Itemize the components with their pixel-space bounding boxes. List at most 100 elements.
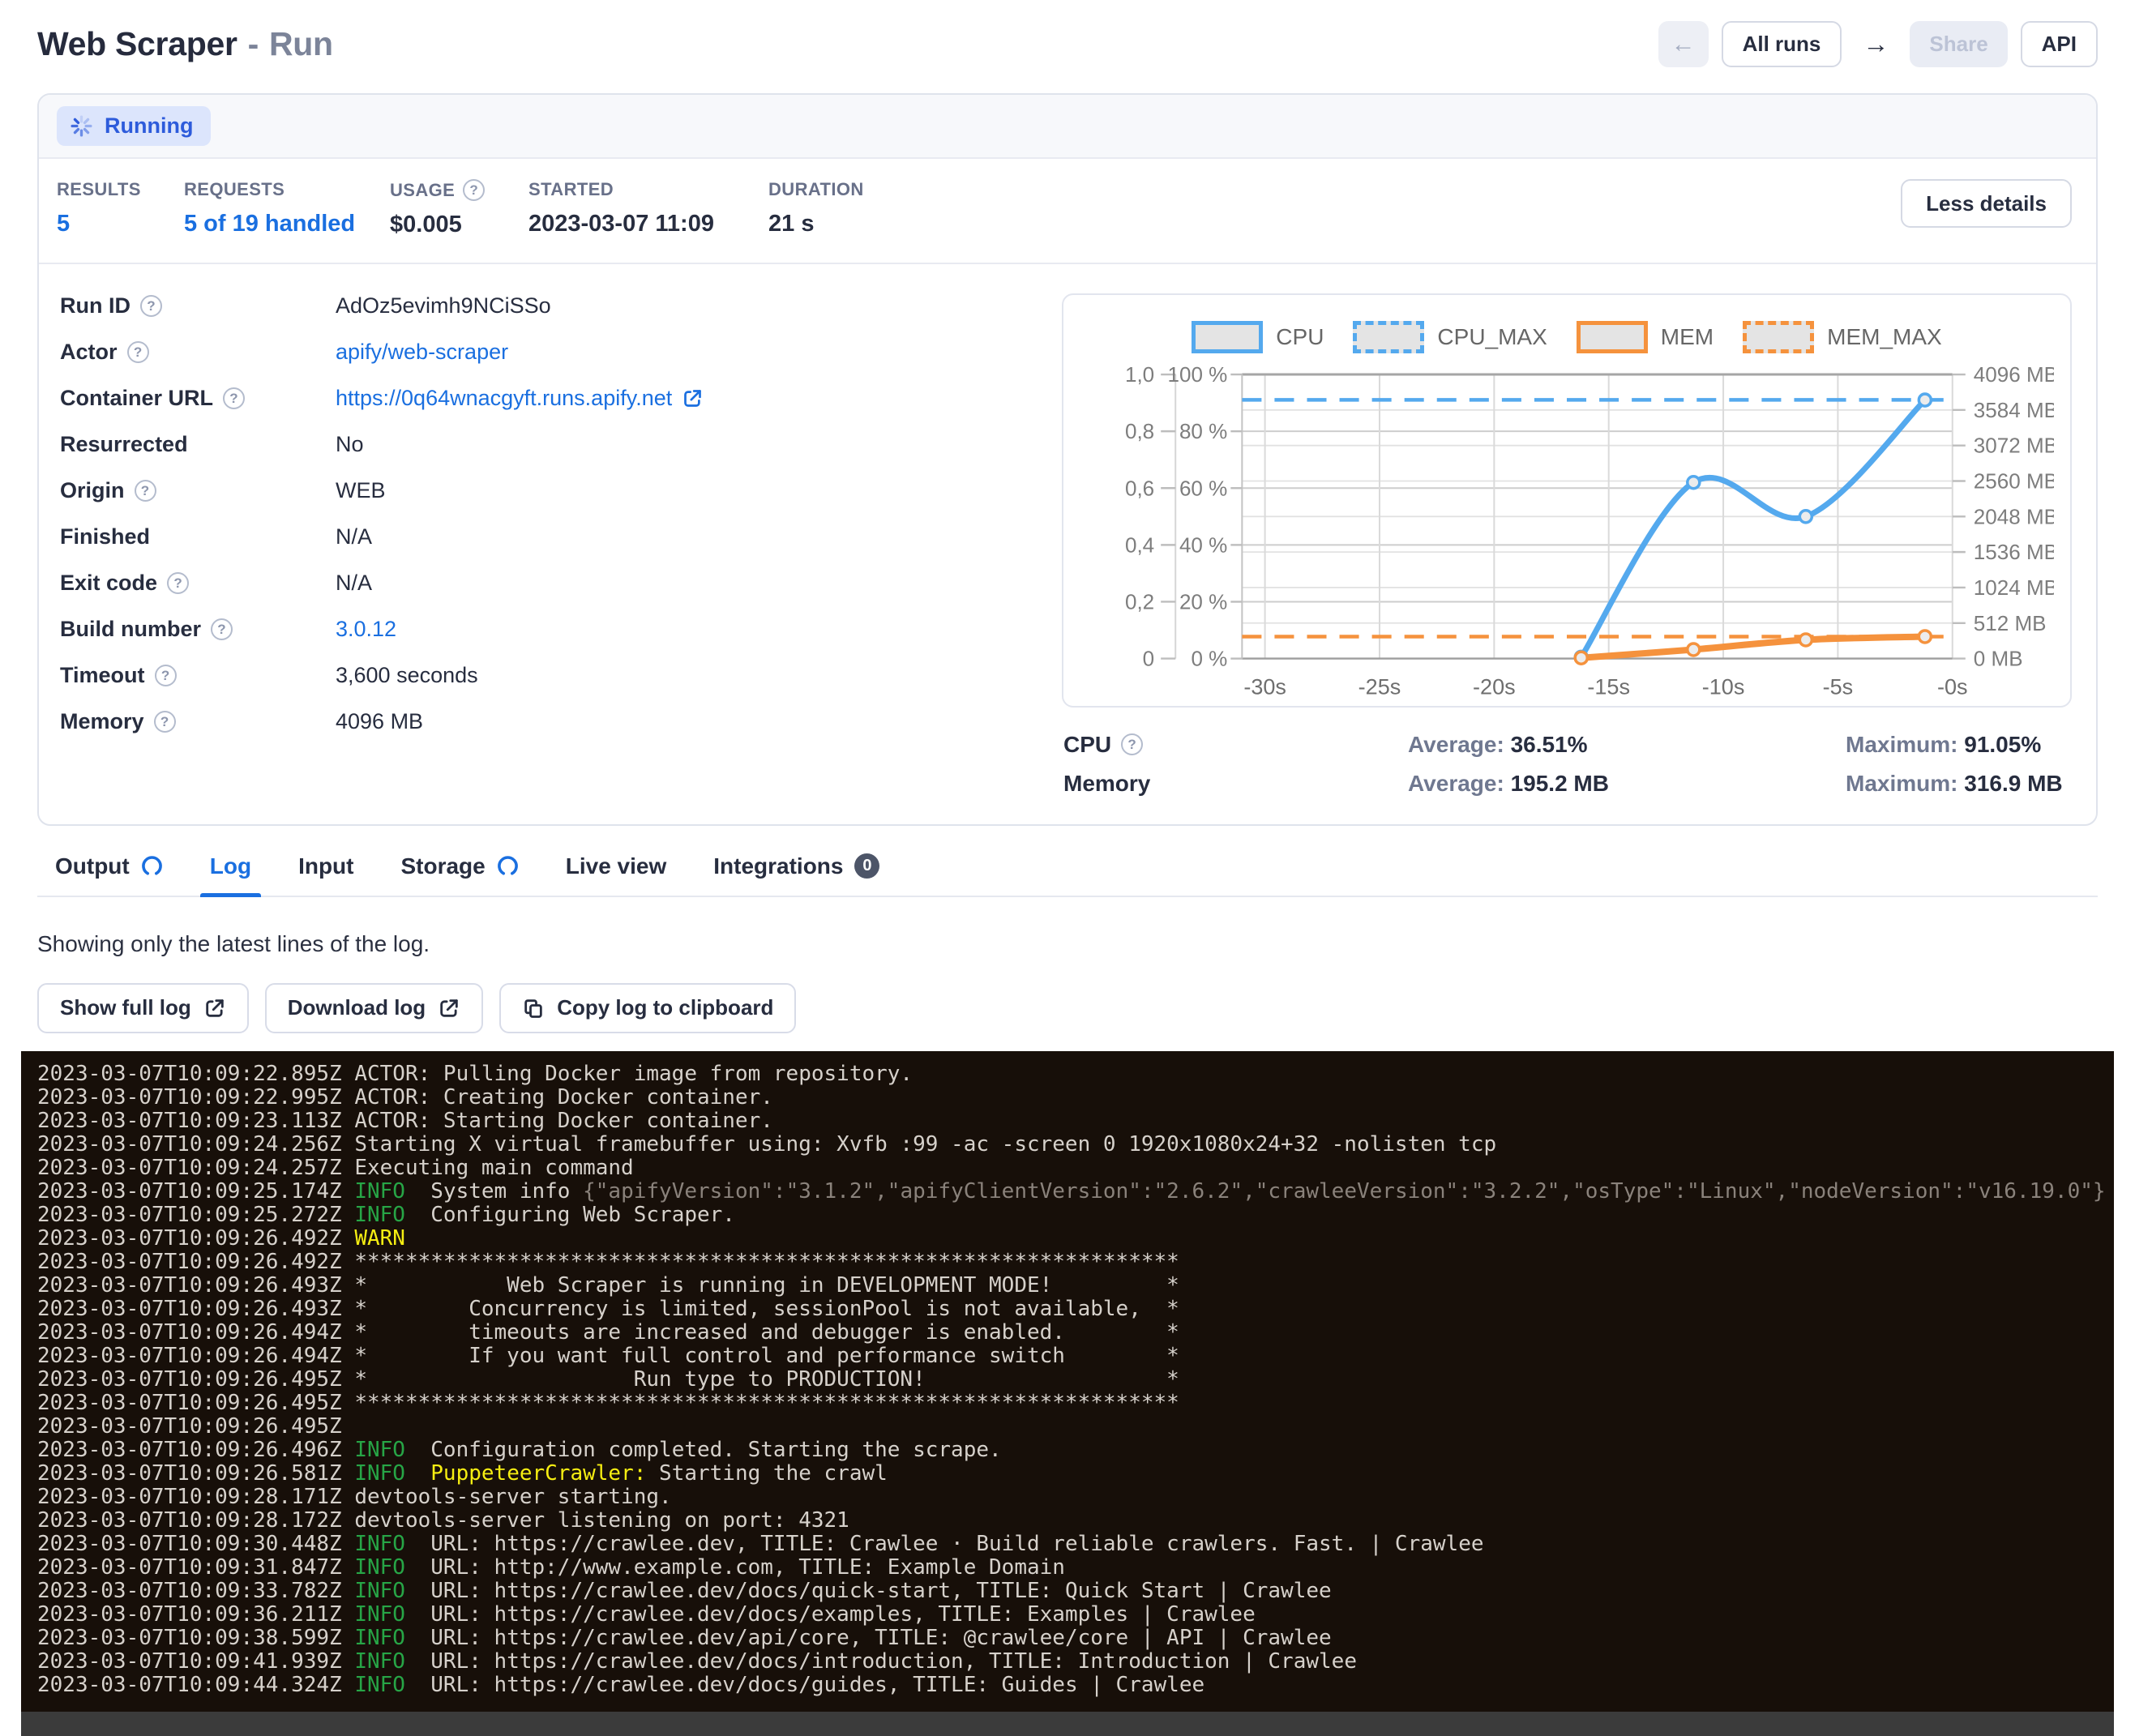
help-icon[interactable]: ? (211, 618, 233, 640)
log-scrollbar[interactable] (21, 1712, 2114, 1736)
metrics-column: CPU CPU_MAX MEM MEM_MAX 00 %0,220 %0,440 %0… (1062, 293, 2072, 797)
log-timestamp: 2023-03-07T10:09:28.171Z (37, 1485, 342, 1509)
run-stat-value: $0.005 (390, 212, 528, 238)
help-icon[interactable]: ? (135, 480, 156, 502)
log-timestamp: 2023-03-07T10:09:26.495Z (37, 1414, 342, 1439)
share-button[interactable]: Share (1910, 21, 2007, 67)
help-icon[interactable]: ? (463, 179, 485, 201)
run-card: Running RESULTS5REQUESTS5 of 19 handledU… (37, 93, 2098, 826)
log-segment (342, 1226, 355, 1251)
log-segment (342, 1649, 355, 1674)
run-stat-label: REQUESTS (184, 179, 390, 200)
svg-text:-20s: -20s (1473, 675, 1516, 698)
run-stat-label-text: STARTED (528, 179, 614, 200)
log-timestamp: 2023-03-07T10:09:41.939Z (37, 1649, 342, 1674)
log-segment: devtools-server starting. (342, 1485, 672, 1509)
log-timestamp: 2023-03-07T10:09:26.496Z (37, 1438, 342, 1462)
log-segment: URL: https://crawlee.dev, TITLE: Crawlee… (405, 1532, 1484, 1556)
copy-log-to-clipboard-button[interactable]: Copy log to clipboard (499, 983, 796, 1033)
external-link-icon[interactable] (682, 387, 704, 409)
legend-item-mem[interactable]: MEM (1577, 321, 1714, 353)
log-segment: INFO (354, 1673, 405, 1697)
tab-label: Output (55, 853, 130, 879)
detail-label: Actor? (60, 340, 336, 365)
metrics-chart: 00 %0,220 %0,440 %0,660 %0,880 %1,0100 %… (1080, 363, 2054, 698)
show-full-log-button[interactable]: Show full log (37, 983, 249, 1033)
log-line: 2023-03-07T10:09:26.492Z WARN (37, 1226, 405, 1251)
log-line: 2023-03-07T10:09:26.493Z * Web Scraper i… (37, 1273, 1179, 1298)
detail-label-text: Memory (60, 709, 144, 734)
download-log-button[interactable]: Download log (265, 983, 483, 1033)
legend-item-cpu[interactable]: CPU (1192, 321, 1324, 353)
legend-item-mem_max[interactable]: MEM_MAX (1743, 321, 1942, 353)
detail-value: N/A (336, 571, 372, 596)
help-icon[interactable]: ? (1121, 733, 1143, 755)
svg-text:2560 MB: 2560 MB (1974, 469, 2054, 494)
detail-link[interactable]: apify/web-scraper (336, 340, 508, 365)
log-segment (342, 1626, 355, 1650)
tab-live-view[interactable]: Live view (566, 853, 667, 896)
detail-link[interactable]: https://0q64wnacgyft.runs.apify.net (336, 386, 672, 411)
help-icon[interactable]: ? (140, 295, 162, 317)
log-timestamp: 2023-03-07T10:09:26.495Z (37, 1391, 342, 1415)
run-stat-value[interactable]: 5 of 19 handled (184, 211, 390, 237)
tab-integrations[interactable]: Integrations0 (713, 853, 879, 896)
log-timestamp: 2023-03-07T10:09:36.211Z (37, 1602, 342, 1627)
detail-label-text: Build number (60, 617, 201, 642)
next-run-button[interactable]: → (1855, 21, 1897, 67)
help-icon[interactable]: ? (127, 341, 149, 363)
help-icon[interactable]: ? (223, 387, 245, 409)
previous-run-button[interactable]: ← (1658, 21, 1709, 67)
run-stat-usage: USAGE?$0.005 (390, 179, 528, 238)
svg-text:0,4: 0,4 (1125, 532, 1154, 557)
page-title-run: Run (269, 25, 333, 63)
log-segment (342, 1579, 355, 1603)
help-icon[interactable]: ? (155, 665, 177, 686)
help-icon[interactable]: ? (167, 572, 189, 594)
tab-log[interactable]: Log (210, 853, 251, 896)
api-button[interactable]: API (2021, 21, 2098, 67)
log-timestamp: 2023-03-07T10:09:22.895Z (37, 1062, 342, 1086)
log-segment: URL: http://www.example.com, TITLE: Exam… (405, 1555, 1065, 1580)
help-icon[interactable]: ? (154, 711, 176, 733)
log-output[interactable]: 2023-03-07T10:09:22.895Z ACTOR: Pulling … (21, 1051, 2114, 1712)
detail-value: 4096 MB (336, 709, 423, 734)
log-segment: Starting the crawl (646, 1461, 887, 1486)
page-title-actor: Web Scraper (37, 25, 237, 63)
log-segment: PuppeteerCrawler: (430, 1461, 646, 1486)
svg-text:3584 MB: 3584 MB (1974, 398, 2054, 422)
less-details-button[interactable]: Less details (1901, 179, 2072, 228)
detail-label: Memory? (60, 709, 336, 734)
log-line: 2023-03-07T10:09:26.494Z * timeouts are … (37, 1320, 1179, 1345)
tab-storage[interactable]: Storage (400, 853, 518, 896)
detail-row: ResurrectedNo (60, 432, 1033, 457)
svg-text:-30s: -30s (1243, 675, 1286, 698)
tab-output[interactable]: Output (55, 853, 163, 896)
log-segment: Configuring Web Scraper. (405, 1203, 735, 1227)
legend-label: CPU_MAX (1437, 324, 1547, 350)
log-notice: Showing only the latest lines of the log… (37, 931, 2098, 957)
tab-input[interactable]: Input (298, 853, 353, 896)
run-stats-row: RESULTS5REQUESTS5 of 19 handledUSAGE?$0.… (39, 159, 2096, 264)
log-timestamp: 2023-03-07T10:09:25.174Z (37, 1179, 342, 1204)
run-stat-requests: REQUESTS 5 of 19 handled (184, 179, 390, 238)
log-timestamp: 2023-03-07T10:09:23.113Z (37, 1109, 342, 1133)
page-title-separator: - (248, 25, 259, 63)
log-line: 2023-03-07T10:09:30.448Z INFO URL: https… (37, 1532, 1484, 1556)
run-stat-value[interactable]: 5 (57, 211, 184, 237)
log-segment: ACTOR: Pulling Docker image from reposit… (342, 1062, 913, 1086)
all-runs-button[interactable]: All runs (1722, 21, 1842, 67)
log-line: 2023-03-07T10:09:25.272Z INFO Configurin… (37, 1203, 735, 1227)
tab-label: Log (210, 853, 251, 879)
run-card-body: Run ID?AdOz5evimh9NCiSSoActor?apify/web-… (39, 264, 2096, 824)
run-tabs: Output Log Input Storage Live view Integratio… (37, 853, 2098, 897)
log-line: 2023-03-07T10:09:44.324Z INFO URL: https… (37, 1673, 1204, 1697)
log-line: 2023-03-07T10:09:31.847Z INFO URL: http:… (37, 1555, 1065, 1580)
legend-item-cpu_max[interactable]: CPU_MAX (1353, 321, 1547, 353)
log-line: 2023-03-07T10:09:24.257Z Executing main … (37, 1156, 634, 1180)
detail-link[interactable]: 3.0.12 (336, 617, 396, 642)
log-segment: * Concurrency is limited, sessionPool is… (342, 1297, 1179, 1321)
chart-legend: CPU CPU_MAX MEM MEM_MAX (1080, 321, 2054, 353)
log-segment: System info (405, 1179, 583, 1204)
log-line: 2023-03-07T10:09:22.895Z ACTOR: Pulling … (37, 1062, 913, 1086)
